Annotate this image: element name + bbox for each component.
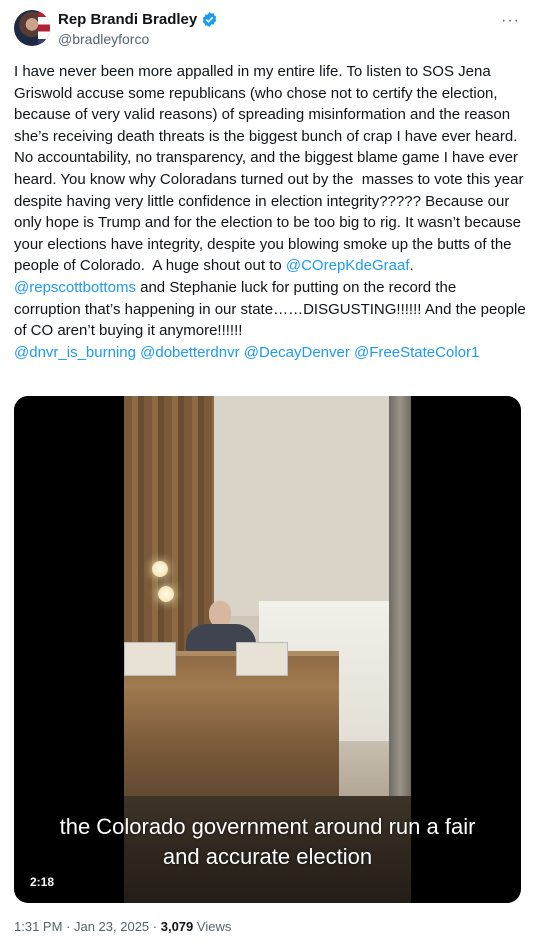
tweet-text-part: I have never been more appalled in my en… — [14, 63, 528, 275]
lamp-icon — [158, 586, 174, 602]
desk — [124, 656, 339, 806]
mention-link[interactable]: @FreeStateColor1 — [354, 344, 479, 361]
video-duration-badge: 2:18 — [24, 873, 61, 891]
wall — [214, 396, 394, 616]
name-placard — [236, 642, 288, 676]
tweet-date[interactable]: Jan 23, 2025 — [74, 919, 149, 934]
video-caption: the Colorado government around run a fai… — [14, 812, 521, 872]
caption-line: and accurate election — [162, 844, 373, 869]
tweet-text-part: . — [409, 257, 418, 275]
mention-link[interactable]: @dnvr_is_burning — [14, 344, 136, 361]
mention-link[interactable]: @COrepKdeGraaf — [286, 257, 410, 274]
mention-link[interactable]: @dobetterdnvr — [140, 344, 239, 361]
separator: · — [149, 919, 161, 934]
separator: · — [62, 919, 74, 934]
tweet-text: I have never been more appalled in my en… — [14, 61, 526, 363]
author-handle[interactable]: @bradleyforco — [58, 31, 149, 47]
caption-line: the Colorado government around run a fai… — [59, 814, 476, 839]
mention-link[interactable]: @DecayDenver — [244, 344, 350, 361]
flag-icon — [38, 10, 50, 46]
name-placard — [124, 642, 176, 676]
more-options-icon[interactable]: ··· — [501, 12, 520, 30]
mention-link[interactable]: @repscottbottoms — [14, 279, 136, 296]
verified-badge-icon — [202, 12, 217, 27]
tweet-time[interactable]: 1:31 PM — [14, 919, 62, 934]
lamp-icon — [152, 561, 168, 577]
author-name-row: Rep Brandi Bradley — [58, 11, 218, 28]
author-display-name[interactable]: Rep Brandi Bradley — [58, 11, 197, 28]
video-player[interactable]: the Colorado government around run a fai… — [14, 396, 521, 903]
avatar[interactable] — [14, 10, 50, 46]
tweet-meta: 1:31 PM · Jan 23, 2025 · 3,079 Views — [14, 919, 231, 934]
views-count: 3,079 — [160, 919, 194, 934]
tweet-header: Rep Brandi Bradley @bradleyforco ··· — [14, 10, 520, 50]
views-label: Views — [193, 919, 232, 934]
